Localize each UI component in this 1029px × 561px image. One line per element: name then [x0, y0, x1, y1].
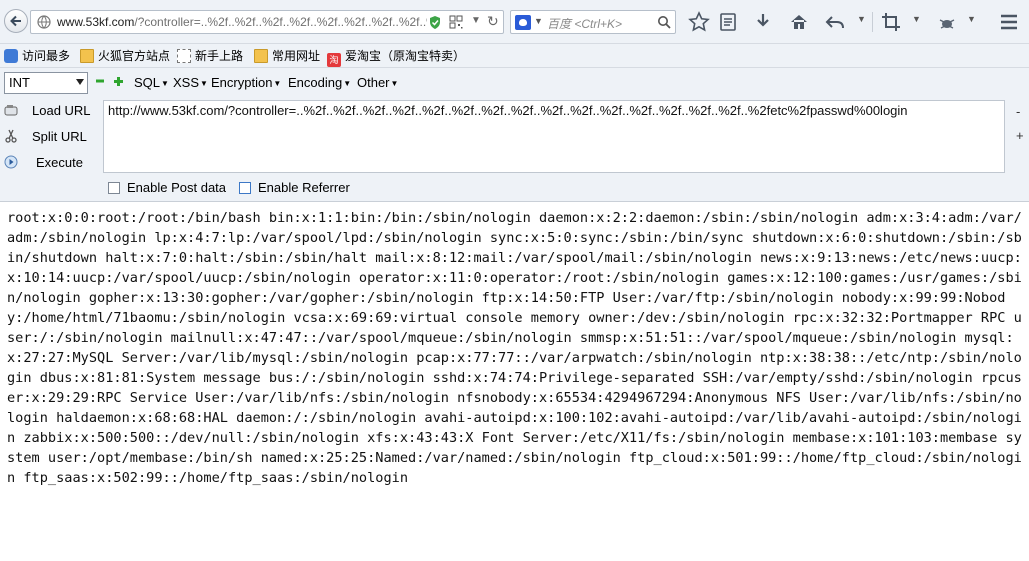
- type-select[interactable]: INT: [4, 72, 88, 94]
- menu-other-label: Other: [357, 75, 390, 90]
- bookmark-label: 访问最多: [22, 49, 71, 63]
- page-body-text: root:x:0:0:root:/root:/bin/bash bin:x:1:…: [7, 210, 1022, 486]
- decrement-icon[interactable]: [96, 77, 104, 85]
- split-url-label: Split URL: [32, 129, 87, 144]
- checkbox-box[interactable]: [239, 182, 251, 194]
- enable-post-label: Enable Post data: [127, 180, 227, 195]
- hackbar-panel: INT SQL▼ XSS▼ Encryption▼ Encoding▼ Othe…: [0, 68, 1029, 202]
- bookmark-star-icon[interactable]: [688, 11, 710, 33]
- load-url-button[interactable]: Load URL: [0, 100, 100, 122]
- bookmark-label: 常用网址: [272, 49, 321, 63]
- page-icon: [177, 49, 191, 63]
- back-button[interactable]: [4, 9, 28, 33]
- addon-bug-icon[interactable]: [936, 11, 958, 33]
- execute-label: Execute: [36, 155, 83, 170]
- reading-list-icon[interactable]: [717, 11, 739, 33]
- expand-button[interactable]: +: [1016, 128, 1024, 143]
- menu-encryption-label: Encryption: [211, 75, 273, 90]
- split-url-button[interactable]: Split URL: [0, 126, 100, 148]
- url-textarea[interactable]: http://www.53kf.com/?controller=..%2f..%…: [103, 100, 1005, 173]
- toolbar-separator: [872, 12, 873, 32]
- dropdown-icon: ▼: [273, 79, 282, 88]
- bookmark-getting-started[interactable]: 新手上路: [177, 47, 243, 65]
- home-icon[interactable]: [788, 11, 810, 33]
- bookmark-label: 新手上路: [195, 49, 244, 63]
- dropdown-icon: ▼: [200, 79, 208, 88]
- increment-icon[interactable]: [114, 77, 123, 86]
- navigation-toolbar: www.53kf.com/?controller=..%2f..%2f..%2f…: [0, 0, 1029, 44]
- enable-referrer-label: Enable Referrer: [258, 180, 350, 195]
- most-visited-icon: [4, 49, 18, 63]
- menu-xss[interactable]: XSS▼: [173, 75, 208, 90]
- folder-icon: [254, 49, 268, 63]
- enable-post-data-checkbox[interactable]: Enable Post data: [108, 180, 226, 196]
- load-url-icon: [4, 105, 18, 116]
- menu-sql[interactable]: SQL▼: [134, 75, 169, 90]
- bookmark-label: 爱淘宝（原淘宝特卖）: [345, 49, 466, 63]
- url-path: /?controller=..%2f..%2f..%2f..%2f..%2f..…: [134, 15, 427, 29]
- bookmark-common-sites[interactable]: 常用网址: [254, 47, 320, 65]
- enable-referrer-checkbox[interactable]: Enable Referrer: [239, 180, 350, 196]
- shrink-button[interactable]: -: [1016, 104, 1020, 119]
- bookmarks-toolbar: 访问最多 火狐官方站点 新手上路 常用网址 淘爱淘宝（原淘宝特卖）: [0, 44, 1029, 68]
- dropdown-icon: ▼: [343, 79, 352, 88]
- download-icon[interactable]: [752, 11, 774, 33]
- engine-dropdown-icon[interactable]: ▼: [534, 16, 543, 26]
- shield-icon[interactable]: [428, 15, 442, 30]
- load-url-label: Load URL: [32, 103, 91, 118]
- url-host: www.53kf.com: [57, 15, 135, 29]
- menu-sql-label: SQL: [134, 75, 161, 90]
- search-bar[interactable]: ▼ 百度 <Ctrl+K>: [510, 10, 676, 34]
- addon-dropdown-icon[interactable]: ▼: [967, 14, 976, 24]
- bookmark-firefox-official[interactable]: 火狐官方站点: [80, 47, 170, 65]
- search-placeholder: 百度 <Ctrl+K>: [547, 17, 623, 31]
- globe-icon: [37, 15, 51, 29]
- crop-screenshot-icon[interactable]: [880, 11, 902, 33]
- back-arrow-icon: [10, 15, 21, 27]
- undo-icon[interactable]: [824, 11, 846, 33]
- search-icon[interactable]: [657, 15, 671, 29]
- menu-encoding[interactable]: Encoding▼: [288, 75, 351, 90]
- scissors-icon: [5, 129, 17, 143]
- bookmark-label: 火狐官方站点: [98, 49, 171, 63]
- taobao-icon: 淘: [327, 53, 341, 67]
- baidu-paw-icon[interactable]: [515, 15, 531, 30]
- checkbox-box[interactable]: [108, 182, 120, 194]
- type-select-value: INT: [9, 75, 30, 90]
- screenshot-dropdown-icon[interactable]: ▼: [912, 14, 921, 24]
- menu-encryption[interactable]: Encryption▼: [211, 75, 281, 90]
- reload-icon[interactable]: ↻: [487, 13, 499, 30]
- address-text[interactable]: www.53kf.com/?controller=..%2f..%2f..%2f…: [57, 15, 427, 29]
- history-dropdown-icon[interactable]: ▼: [471, 15, 483, 29]
- bookmark-most-visited[interactable]: 访问最多: [4, 47, 70, 65]
- qr-code-icon[interactable]: [449, 15, 463, 29]
- dropdown-icon: ▼: [161, 79, 169, 88]
- menu-encoding-label: Encoding: [288, 75, 343, 90]
- folder-icon: [80, 49, 94, 63]
- play-icon: [4, 155, 18, 169]
- address-bar[interactable]: www.53kf.com/?controller=..%2f..%2f..%2f…: [30, 10, 504, 34]
- undo-dropdown-icon[interactable]: ▼: [857, 14, 866, 24]
- select-arrow-icon: [76, 79, 84, 85]
- hamburger-menu-icon[interactable]: [998, 11, 1020, 33]
- bookmark-ai-taobao[interactable]: 淘爱淘宝（原淘宝特卖）: [327, 47, 466, 67]
- dropdown-icon: ▼: [390, 79, 399, 88]
- menu-xss-label: XSS: [173, 75, 200, 90]
- menu-other[interactable]: Other▼: [357, 75, 398, 90]
- execute-button[interactable]: Execute: [0, 152, 100, 174]
